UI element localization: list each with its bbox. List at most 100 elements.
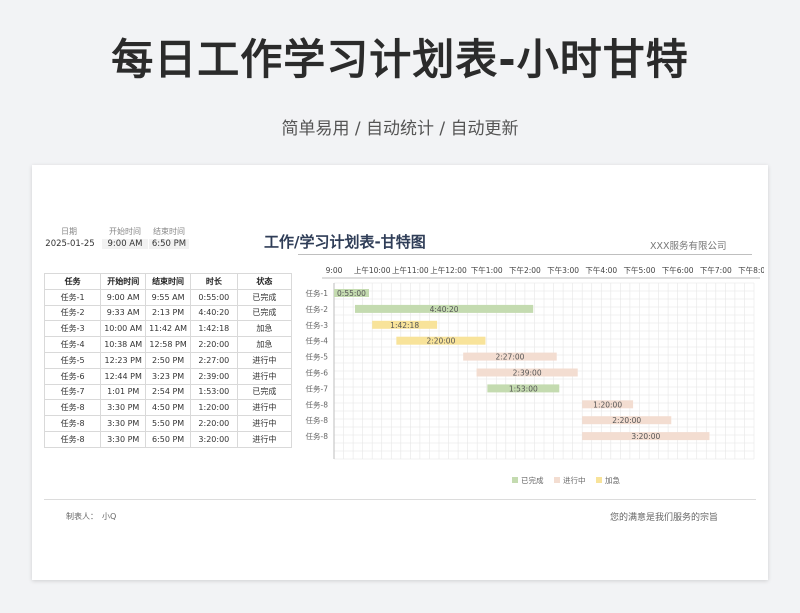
title-underline	[298, 254, 752, 255]
table-cell[interactable]: 任务-4	[43, 336, 102, 353]
table-cell[interactable]: 3:30 PM	[100, 415, 147, 432]
table-row: 任务-8 3:30 PM 4:50 PM 1:20:00 进行中	[43, 399, 293, 417]
data-label: 0:55:00	[337, 289, 366, 298]
table-cell[interactable]: 2:13 PM	[145, 304, 191, 322]
table-cell[interactable]: 任务-5	[43, 351, 102, 369]
table-cell[interactable]: 3:23 PM	[145, 367, 191, 385]
table-cell[interactable]: 已完成	[236, 304, 293, 322]
task-table: 任务 开始时间 结束时间 时长 状态 任务-1 9:00 AM 9:55 AM 0:5…	[43, 273, 293, 448]
table-cell[interactable]: 2:20:00	[190, 336, 238, 353]
table-cell[interactable]: 2:50 PM	[145, 351, 191, 369]
table-cell[interactable]: 1:42:18	[190, 320, 238, 338]
spreadsheet-sheet: 日期 2025-01-25 开始时间 9:00 AM 结束时间 6:50 PM …	[32, 165, 768, 580]
table-cell[interactable]: 3:20:00	[190, 430, 238, 448]
y-tick-label: 任务-1	[306, 288, 329, 298]
table-cell[interactable]: 任务-6	[43, 367, 102, 385]
page-subtitle: 简单易用 / 自动统计 / 自动更新	[281, 119, 519, 139]
table-cell[interactable]: 任务-8	[43, 415, 102, 432]
table-cell[interactable]: 12:58 PM	[145, 336, 191, 353]
table-cell[interactable]: 进行中	[236, 367, 293, 385]
table-cell[interactable]: 4:40:20	[190, 304, 238, 322]
table-cell[interactable]: 2:27:00	[190, 351, 238, 369]
table-header-row: 任务 开始时间 结束时间 时长 状态	[43, 273, 293, 290]
data-label: 1:20:00	[593, 400, 622, 409]
table-cell[interactable]: 10:00 AM	[100, 320, 147, 338]
x-tick-label: 下午3:00	[547, 265, 579, 275]
table-cell[interactable]: 加急	[236, 320, 293, 338]
y-tick-label: 任务-7	[306, 383, 329, 393]
table-cell[interactable]: 3:30 PM	[100, 430, 147, 448]
maker-label: 制表人：	[66, 512, 98, 521]
legend-label: 已完成	[521, 475, 544, 485]
data-label: 2:27:00	[495, 353, 524, 362]
footer-divider	[44, 499, 756, 500]
table-cell[interactable]: 进行中	[236, 399, 293, 417]
table-cell[interactable]: 任务-8	[43, 430, 102, 448]
date-label: 日期	[61, 227, 77, 236]
table-row: 任务-6 12:44 PM 3:23 PM 2:39:00 进行中	[43, 367, 293, 385]
table-cell[interactable]: 进行中	[236, 430, 293, 448]
table-cell[interactable]: 2:20:00	[190, 415, 238, 432]
table-cell[interactable]: 6:50 PM	[145, 430, 191, 448]
table-cell[interactable]: 任务-8	[43, 399, 102, 417]
table-row: 任务-5 12:23 PM 2:50 PM 2:27:00 进行中	[43, 351, 293, 369]
x-tick-label: 上午12:00	[430, 265, 467, 275]
x-tick-label: 下午5:00	[624, 265, 656, 275]
table-cell[interactable]: 进行中	[236, 351, 293, 369]
data-label: 2:39:00	[513, 369, 542, 378]
table-row: 任务-7 1:01 PM 2:54 PM 1:53:00 已完成	[43, 383, 293, 401]
table-cell[interactable]: 已完成	[236, 383, 293, 401]
table-cell[interactable]: 9:00 AM	[100, 288, 147, 306]
table-cell[interactable]: 11:42 AM	[145, 320, 191, 338]
date-value[interactable]: 2025-01-25	[42, 239, 98, 249]
x-tick-label: 下午7:00	[700, 265, 732, 275]
y-tick-label: 任务-8	[306, 399, 329, 409]
gantt-chart: 9:00 上午10:00 上午11:00 上午12:00 下午1:00 下午2:00 下午3…	[306, 265, 764, 485]
x-tick-label: 下午1:00	[471, 265, 503, 275]
table-cell[interactable]: 已完成	[236, 288, 293, 306]
start-time-value[interactable]: 9:00 AM	[102, 239, 148, 249]
table-cell[interactable]: 1:01 PM	[100, 383, 147, 401]
table-cell[interactable]: 任务-1	[43, 288, 102, 306]
table-row: 任务-4 10:38 AM 12:58 PM 2:20:00 加急	[43, 336, 293, 353]
page-title: 每日工作学习计划表-小时甘特	[111, 35, 689, 84]
company-name: XXX服务有限公司	[650, 241, 727, 252]
y-tick-label: 任务-6	[306, 368, 329, 378]
data-label: 4:40:20	[430, 305, 459, 314]
table-cell[interactable]: 任务-7	[43, 383, 102, 401]
table-cell[interactable]: 12:44 PM	[100, 367, 147, 385]
table-cell[interactable]: 任务-3	[43, 320, 102, 338]
table-cell[interactable]: 进行中	[236, 415, 293, 432]
table-cell[interactable]: 3:30 PM	[100, 399, 147, 417]
column-header: 任务	[43, 273, 102, 290]
x-tick-label: 下午2:00	[509, 265, 541, 275]
end-time-value[interactable]: 6:50 PM	[149, 239, 189, 249]
table-cell[interactable]: 10:38 AM	[100, 336, 147, 353]
table-cell[interactable]: 4:50 PM	[145, 399, 191, 417]
data-label: 1:53:00	[509, 384, 538, 393]
footer-slogan: 您的满意是我们服务的宗旨	[610, 513, 719, 523]
table-cell[interactable]: 加急	[236, 336, 293, 353]
x-tick-label: 下午4:00	[585, 265, 617, 275]
table-cell[interactable]: 2:39:00	[190, 367, 238, 385]
y-tick-label: 任务-8	[306, 415, 329, 425]
table-cell[interactable]: 2:54 PM	[145, 383, 191, 401]
data-label: 1:42:18	[390, 321, 419, 330]
legend-swatch	[596, 477, 602, 483]
maker-name: 小Q	[102, 512, 117, 521]
table-cell[interactable]: 任务-2	[43, 304, 102, 322]
x-tick-label: 下午6:00	[662, 265, 694, 275]
y-tick-label: 任务-8	[306, 431, 329, 441]
table-cell[interactable]: 0:55:00	[190, 288, 238, 306]
column-header: 时长	[190, 273, 238, 290]
table-cell[interactable]: 9:55 AM	[145, 288, 191, 306]
y-tick-label: 任务-2	[306, 304, 329, 314]
table-cell[interactable]: 5:50 PM	[145, 415, 191, 432]
table-cell[interactable]: 1:20:00	[190, 399, 238, 417]
chart-title: 工作/学习计划表-甘特图	[264, 233, 426, 251]
table-cell[interactable]: 12:23 PM	[100, 351, 147, 369]
table-cell[interactable]: 9:33 AM	[100, 304, 147, 322]
table-cell[interactable]: 1:53:00	[190, 383, 238, 401]
end-time-label: 结束时间	[153, 227, 185, 236]
x-tick-label: 上午11:00	[392, 265, 429, 275]
